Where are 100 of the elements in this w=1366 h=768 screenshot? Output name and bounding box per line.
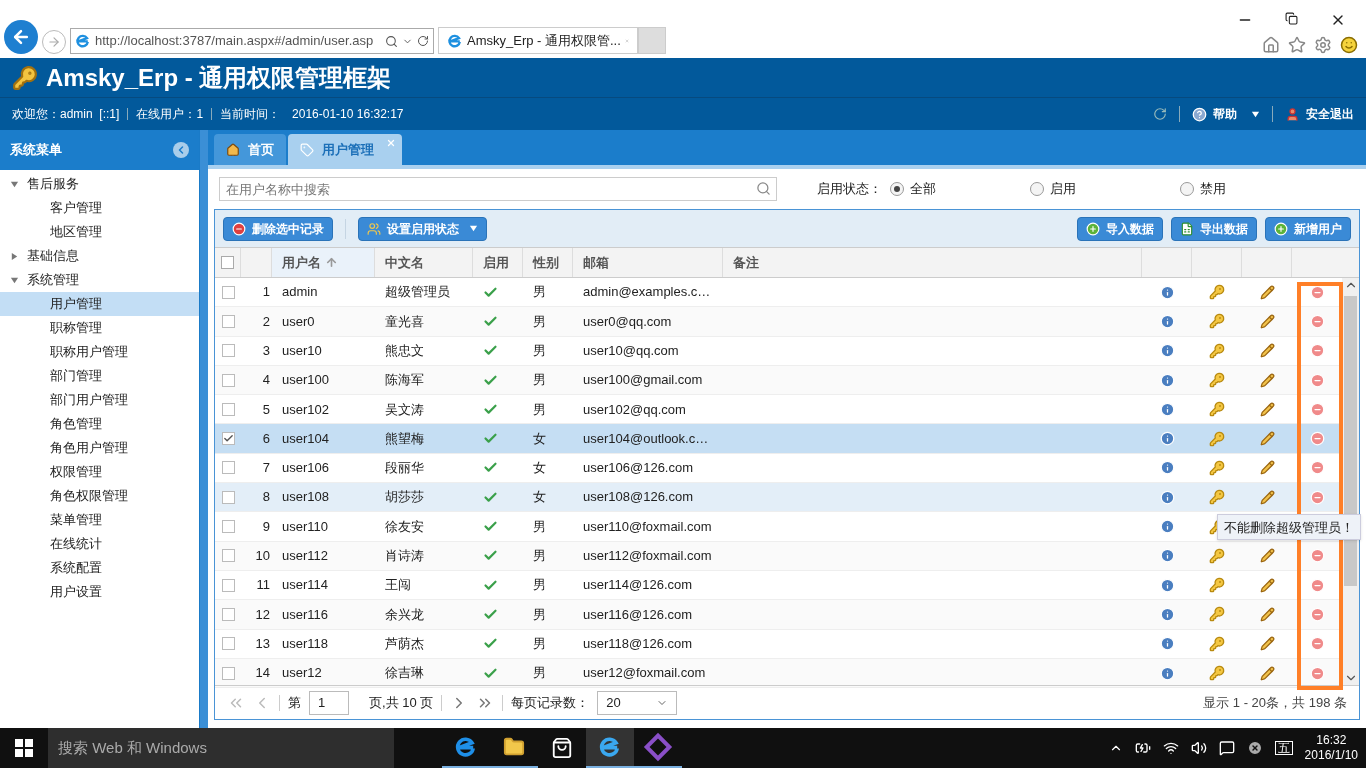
tree-item[interactable]: 在线统计 — [0, 532, 199, 556]
table-row[interactable]: 4 user100 陈海军 男 user100@gmail.com — [215, 365, 1342, 396]
tree-item[interactable]: 基础信息 — [0, 244, 199, 268]
welcome-text: 欢迎您：admin [::1] — [12, 106, 120, 123]
sidebar-title: 系统菜单 — [10, 141, 62, 160]
table-row[interactable]: 10 user112 肖诗涛 男 user112@foxmail.com — [215, 541, 1342, 571]
page-total: 页,共 10 页 — [369, 693, 434, 712]
tree-item[interactable]: 职称用户管理 — [0, 340, 199, 364]
table-cell-text: user106 — [282, 459, 329, 478]
table-row[interactable]: 8 user108 胡莎莎 女 user108@126.com — [215, 483, 1342, 513]
tree-item[interactable]: 售后服务 — [0, 172, 199, 196]
table-cell-text: user116@126.com — [583, 605, 693, 624]
table-cell-text: 胡莎莎 — [385, 488, 424, 507]
table-cell-text: 男 — [533, 605, 546, 624]
tree-item[interactable]: 客户管理 — [0, 196, 199, 220]
row-number: 4 — [262, 371, 270, 390]
table-cell-text: user100 — [282, 371, 329, 390]
table-cell-text: 熊忠文 — [385, 342, 424, 360]
toolbar-button[interactable]: 导出数据 — [1171, 216, 1257, 241]
radio-option[interactable]: 全部 — [890, 179, 1030, 199]
table-cell-text: user108@126.com — [583, 488, 694, 507]
row-number: 7 — [262, 459, 270, 478]
table-cell-text: user104@outlook.c… — [583, 429, 709, 448]
column-header[interactable]: 邮箱 — [583, 252, 609, 273]
taskbar-search-field[interactable]: 搜索 Web 和 Windows — [48, 728, 394, 768]
table-row[interactable]: 12 user116 余兴龙 男 user116@126.com — [215, 600, 1342, 630]
table-cell-text: user106@126.com — [583, 459, 694, 478]
toolbar-button[interactable]: 设置启用状态 — [358, 216, 487, 241]
tree-item[interactable]: 角色权限管理 — [0, 484, 199, 508]
tree-item[interactable]: 用户设置 — [0, 580, 199, 604]
tree-item[interactable]: 地区管理 — [0, 220, 199, 244]
radio-option[interactable]: 启用 — [1030, 179, 1180, 199]
table-cell-text: 男 — [533, 634, 546, 653]
column-header[interactable]: 启用 — [483, 252, 509, 273]
tooltip: 不能删除超级管理员！ — [1217, 514, 1361, 541]
table-cell-text: 女 — [533, 459, 546, 478]
row-number: 1 — [262, 283, 270, 302]
table-cell-text: 男 — [533, 342, 546, 360]
page-size-select[interactable]: 20 — [597, 690, 678, 715]
table-cell-text: 男 — [533, 547, 546, 566]
column-header[interactable]: 备注 — [733, 252, 759, 273]
tree-item[interactable]: 权限管理 — [0, 460, 199, 484]
toolbar-button[interactable]: 新增用户 — [1265, 216, 1351, 241]
table-cell-text: 徐吉琳 — [385, 664, 424, 683]
row-number: 9 — [262, 517, 270, 536]
table-row[interactable]: 14 user12 徐吉琳 男 user12@foxmail.com — [215, 658, 1342, 689]
table-cell-text: user102 — [282, 400, 329, 419]
table-cell-text: user116 — [282, 605, 328, 624]
app-title: Amsky_Erp - 通用权限管理框架 — [46, 62, 392, 93]
page-input[interactable]: 1 — [309, 690, 349, 715]
table-cell-text: user10 — [282, 342, 322, 360]
table-cell-text: 童光喜 — [385, 312, 424, 331]
table-cell-text: user114@126.com — [583, 576, 693, 595]
tree-item[interactable]: 部门管理 — [0, 364, 199, 388]
row-number: 3 — [262, 342, 270, 360]
ime-indicator[interactable]: 五 — [1274, 741, 1293, 755]
tree-item[interactable]: 角色管理 — [0, 412, 199, 436]
table-cell-text: user0@qq.com — [583, 312, 672, 331]
column-header[interactable]: 性别 — [533, 252, 559, 273]
radio-option[interactable]: 禁用 — [1180, 179, 1330, 199]
row-number: 12 — [255, 605, 270, 624]
table-cell-text: 熊望梅 — [385, 429, 424, 448]
table-row[interactable]: 2 user0 童光喜 男 user0@qq.com — [215, 307, 1342, 337]
tree-item[interactable]: 用户管理 — [0, 292, 199, 316]
table-cell-text: 吴文涛 — [385, 400, 424, 419]
row-number: 8 — [262, 488, 270, 507]
table-cell-text: user114 — [282, 576, 328, 595]
search-field[interactable]: 在用户名称中搜索 — [219, 177, 777, 201]
row-number: 11 — [256, 576, 270, 595]
table-cell-text: user118 — [282, 634, 328, 653]
table-cell-text: 男 — [533, 371, 546, 390]
table-cell-text: 段丽华 — [385, 459, 424, 478]
time-label: 当前时间： — [220, 106, 281, 123]
table-cell-text: user102@qq.com — [583, 400, 686, 419]
table-cell-text: user112 — [282, 547, 328, 566]
table-cell-text: user100@gmail.com — [583, 371, 703, 390]
help-menu[interactable]: 帮助 — [1192, 105, 1260, 123]
table-cell-text: user10@qq.com — [583, 342, 679, 360]
tree-item[interactable]: 角色用户管理 — [0, 436, 199, 460]
table-cell-text: 超级管理员 — [385, 283, 450, 302]
tree-item[interactable]: 部门用户管理 — [0, 388, 199, 412]
row-number: 2 — [262, 312, 270, 331]
tree-item[interactable]: 系统配置 — [0, 556, 199, 580]
tree-item[interactable]: 职称管理 — [0, 316, 199, 340]
table-row[interactable]: 6 user104 熊望梅 女 user104@outlook.c… — [215, 424, 1342, 454]
toolbar-button[interactable]: 删除选中记录 — [223, 216, 333, 241]
table-cell-text: 女 — [533, 429, 546, 448]
table-cell-text: user104 — [282, 429, 329, 448]
browser-tab[interactable]: Amsky_Erp - 通用权限管... — [438, 27, 638, 54]
tree-item[interactable]: 系统管理 — [0, 268, 199, 292]
taskbar-clock[interactable]: 16:32 2016/1/10 — [1304, 733, 1358, 763]
logout-button[interactable]: 安全退出 — [1285, 105, 1354, 123]
page-size-label: 每页记录数： — [511, 693, 590, 712]
tree-item[interactable]: 菜单管理 — [0, 508, 199, 532]
table-cell-text: user110@foxmail.com — [583, 517, 712, 536]
address-bar[interactable]: http://localhost:3787/main.aspx#/admin/user.asp — [70, 28, 434, 54]
table-cell-text: user112@foxmail.com — [583, 547, 712, 566]
table-cell-text: 王闯 — [385, 576, 411, 595]
toolbar-button[interactable]: 导入数据 — [1077, 216, 1163, 241]
column-header[interactable]: 中文名 — [385, 252, 424, 273]
